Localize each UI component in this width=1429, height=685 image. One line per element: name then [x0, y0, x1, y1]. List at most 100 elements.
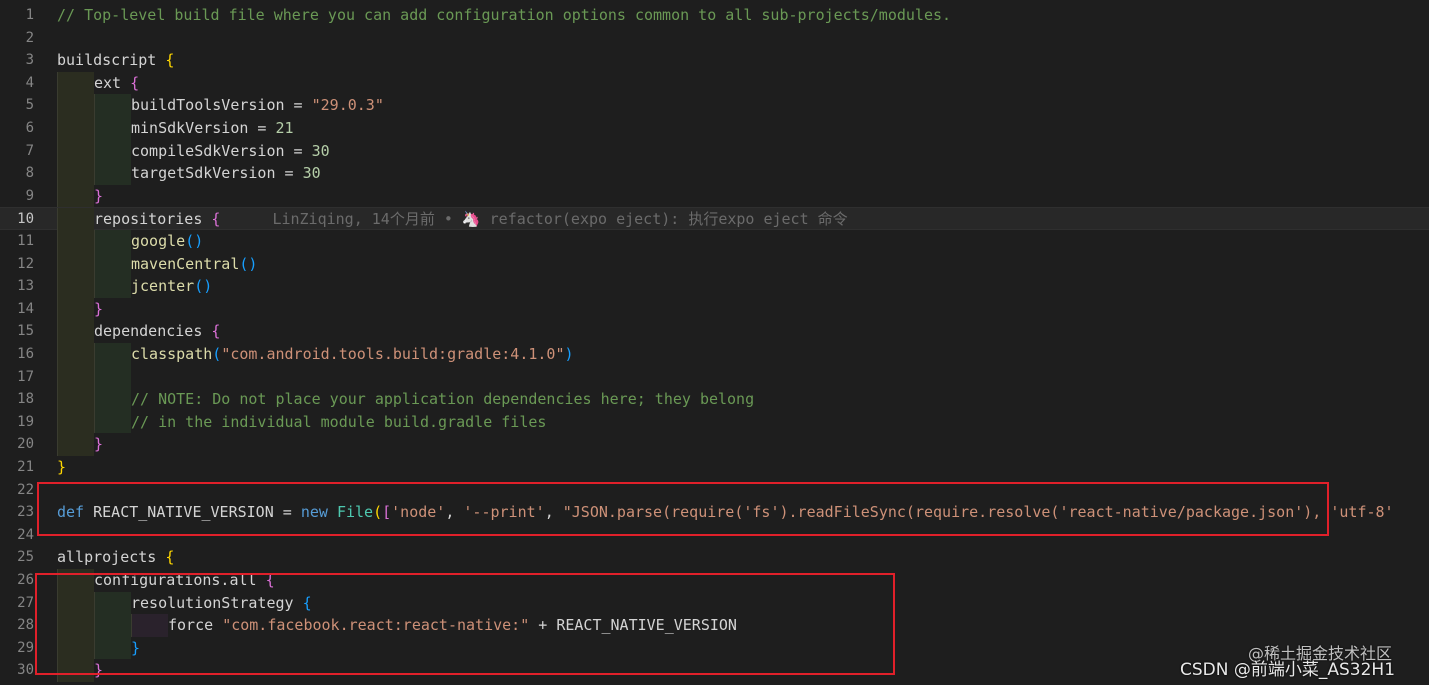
code-line[interactable]: 8 targetSdkVersion = 30: [0, 162, 1429, 185]
line-number: 27: [17, 594, 34, 611]
line-number: 18: [17, 391, 34, 408]
line-code: jcenter(): [131, 275, 212, 298]
line-number: 10: [17, 211, 34, 228]
code-line[interactable]: 28 force "com.facebook.react:react-native…: [0, 614, 1429, 637]
indent-guide: [57, 320, 94, 343]
code-line[interactable]: 12 mavenCentral(): [0, 252, 1429, 276]
code-token: (): [185, 232, 204, 250]
code-token: {: [211, 322, 221, 341]
code-line[interactable]: 21}: [0, 456, 1429, 479]
code-line[interactable]: 22: [0, 479, 1429, 502]
line-number: 1: [25, 7, 34, 23]
code-token: {: [165, 51, 175, 70]
code-line[interactable]: 27 resolutionStrategy {: [0, 591, 1429, 615]
indent-guide: [57, 252, 94, 276]
line-code: }: [131, 637, 140, 660]
code-line[interactable]: 11 google(): [0, 230, 1429, 253]
indent-guide: [94, 117, 131, 140]
code-line[interactable]: 19 // in the individual module build.grad…: [0, 410, 1429, 434]
code-token: targetSdkVersion =: [131, 164, 303, 183]
indent-guide: [57, 139, 94, 163]
code-token: "29.0.3": [311, 96, 384, 115]
code-token: buildToolsVersion =: [131, 96, 312, 115]
line-code: buildToolsVersion = "29.0.3": [131, 94, 384, 117]
code-token: minSdkVersion =: [131, 119, 276, 137]
line-number: 23: [17, 504, 34, 521]
code-line[interactable]: 13 jcenter(): [0, 275, 1429, 298]
code-token: {: [165, 548, 175, 567]
line-number: 19: [17, 413, 34, 430]
code-line[interactable]: 25 allprojects {: [0, 546, 1429, 569]
code-line[interactable]: 4 ext {: [0, 71, 1429, 95]
indent-guide: [57, 659, 94, 682]
code-token: File: [336, 503, 374, 522]
code-line[interactable]: 18 // NOTE: Do not place your application…: [0, 388, 1429, 411]
line-number: 7: [25, 142, 34, 159]
line-number: 11: [17, 233, 34, 249]
code-token: dependencies: [94, 322, 212, 341]
code-token: new: [300, 503, 337, 522]
line-number: 20: [17, 436, 34, 453]
code-token: }: [94, 186, 104, 205]
code-line[interactable]: 14}: [0, 297, 1429, 321]
code-token: (: [373, 503, 383, 522]
indent-guide: [94, 636, 131, 660]
code-token: }: [94, 299, 104, 318]
line-number: 2: [25, 29, 34, 46]
indent-guide: [57, 636, 94, 660]
indent-guide: [94, 139, 131, 163]
indent-guide: [94, 365, 131, 389]
line-number: 25: [17, 549, 34, 566]
code-line[interactable]: 5 buildToolsVersion = "29.0.3": [0, 94, 1429, 117]
indent-guide: [57, 162, 94, 185]
code-line[interactable]: 10 repositories {LinZiqing, 14个月前 • 🦄 ref…: [0, 207, 1429, 231]
code-token: }: [94, 661, 104, 680]
code-token: (): [239, 254, 258, 273]
code-token: ,: [544, 503, 563, 522]
indent-guide: [94, 94, 131, 117]
indent-guide: [57, 614, 94, 637]
code-line[interactable]: 6 minSdkVersion = 21: [0, 117, 1429, 140]
line-code: }: [94, 659, 103, 682]
code-token: (): [194, 277, 213, 296]
code-token: repositories: [94, 210, 212, 229]
code-line[interactable]: 16 classpath("com.android.tools.build:gra…: [0, 343, 1429, 366]
code-line[interactable]: 26 configurations.all {: [0, 569, 1429, 592]
line-number: 24: [17, 526, 34, 543]
code-line[interactable]: 9}: [0, 184, 1429, 208]
line-code: }: [94, 433, 103, 456]
indent-guide: [57, 94, 94, 117]
code-token: // Top-level build file where you can ad…: [57, 6, 952, 24]
code-token: }: [57, 458, 67, 476]
line-number: 16: [17, 346, 34, 362]
code-line[interactable]: 20}: [0, 433, 1429, 456]
line-code: }: [57, 456, 66, 479]
line-number: 28: [17, 617, 34, 634]
indent-guide: [94, 388, 131, 411]
code-line[interactable]: 7 compileSdkVersion = 30: [0, 139, 1429, 163]
code-line[interactable]: 23 def REACT_NATIVE_VERSION = new File(['…: [0, 501, 1429, 524]
code-line[interactable]: 3 buildscript {: [0, 49, 1429, 72]
code-token: configurations.all: [94, 571, 266, 589]
indent-guide: [94, 252, 131, 276]
line-number: 3: [25, 52, 34, 69]
line-code: }: [94, 185, 103, 208]
code-line[interactable]: 1 // Top-level build file where you can a…: [0, 4, 1429, 27]
code-token: 21: [275, 119, 294, 137]
indent-guide: [94, 275, 131, 298]
code-token: {: [130, 73, 140, 92]
indent-guide: [57, 71, 94, 95]
code-line[interactable]: 17: [0, 365, 1429, 389]
code-token: + REACT_NATIVE_VERSION: [529, 616, 737, 635]
indent-guide: [94, 162, 131, 185]
indent-guide: [57, 117, 94, 140]
line-number: 17: [17, 368, 34, 385]
indent-guide: [57, 297, 94, 321]
line-number: 5: [25, 97, 34, 114]
line-number: 6: [25, 120, 34, 136]
code-token: 30: [302, 164, 321, 183]
code-editor[interactable]: 1 // Top-level build file where you can a…: [0, 0, 1429, 685]
code-line[interactable]: 2: [0, 27, 1429, 50]
code-line[interactable]: 24: [0, 524, 1429, 547]
code-line[interactable]: 15 dependencies {: [0, 320, 1429, 343]
